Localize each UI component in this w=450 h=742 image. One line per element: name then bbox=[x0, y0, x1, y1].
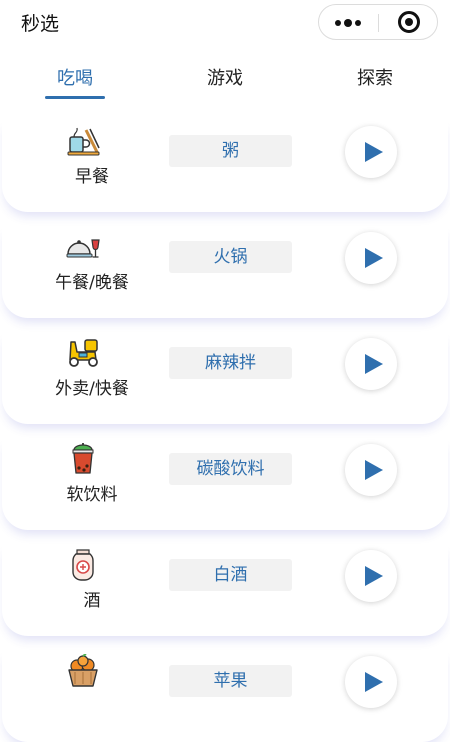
play-button[interactable] bbox=[345, 656, 397, 708]
category-card-soft-drinks: 软饮料 碳酸饮料 bbox=[2, 438, 448, 530]
title-bar: 秒选 bbox=[0, 0, 450, 44]
pick-result[interactable]: 火锅 bbox=[169, 241, 292, 273]
category-label: 酒 bbox=[83, 591, 101, 611]
play-button[interactable] bbox=[345, 126, 397, 178]
liquor-jar-icon bbox=[72, 549, 94, 581]
capsule-divider bbox=[378, 14, 379, 32]
fruit-basket-icon bbox=[68, 654, 98, 687]
play-icon bbox=[365, 566, 383, 586]
play-icon bbox=[365, 354, 383, 374]
pick-result[interactable]: 苹果 bbox=[169, 665, 292, 697]
bubble-tea-icon bbox=[72, 443, 94, 474]
target-icon[interactable] bbox=[398, 11, 420, 33]
tab-explore[interactable]: 探索 bbox=[320, 64, 430, 90]
breakfast-icon bbox=[67, 127, 100, 156]
category-label: 午餐/晚餐 bbox=[55, 273, 129, 293]
delivery-scooter-icon bbox=[69, 339, 98, 367]
active-tab-indicator bbox=[45, 96, 105, 99]
tab-games[interactable]: 游戏 bbox=[170, 64, 280, 90]
dining-icon bbox=[66, 239, 100, 258]
play-icon bbox=[365, 248, 383, 268]
play-button[interactable] bbox=[345, 338, 397, 390]
category-label: 软饮料 bbox=[66, 485, 118, 505]
category-card-breakfast: 早餐 粥 bbox=[2, 120, 448, 212]
pick-result[interactable]: 碳酸饮料 bbox=[169, 453, 292, 485]
mini-program-capsule bbox=[318, 4, 438, 40]
category-card-dining: 午餐/晚餐 火锅 bbox=[2, 226, 448, 318]
category-card-delivery: 外卖/快餐 麻辣拌 bbox=[2, 332, 448, 424]
play-icon bbox=[365, 672, 383, 692]
play-icon bbox=[365, 460, 383, 480]
category-label: 外卖/快餐 bbox=[55, 379, 129, 399]
app-title: 秒选 bbox=[21, 13, 60, 35]
pick-result[interactable]: 麻辣拌 bbox=[169, 347, 292, 379]
pick-result[interactable]: 白酒 bbox=[169, 559, 292, 591]
play-button[interactable] bbox=[345, 550, 397, 602]
more-dots-icon[interactable] bbox=[333, 15, 365, 31]
category-card-fruit: 苹果 bbox=[2, 650, 448, 742]
tab-eat-drink[interactable]: 吃喝 bbox=[20, 64, 130, 90]
pick-result[interactable]: 粥 bbox=[169, 135, 292, 167]
play-icon bbox=[365, 142, 383, 162]
category-tabs: 吃喝 游戏 探索 bbox=[0, 56, 450, 102]
play-button[interactable] bbox=[345, 232, 397, 284]
category-label: 早餐 bbox=[75, 167, 109, 187]
category-card-liquor: 酒 白酒 bbox=[2, 544, 448, 636]
play-button[interactable] bbox=[345, 444, 397, 496]
